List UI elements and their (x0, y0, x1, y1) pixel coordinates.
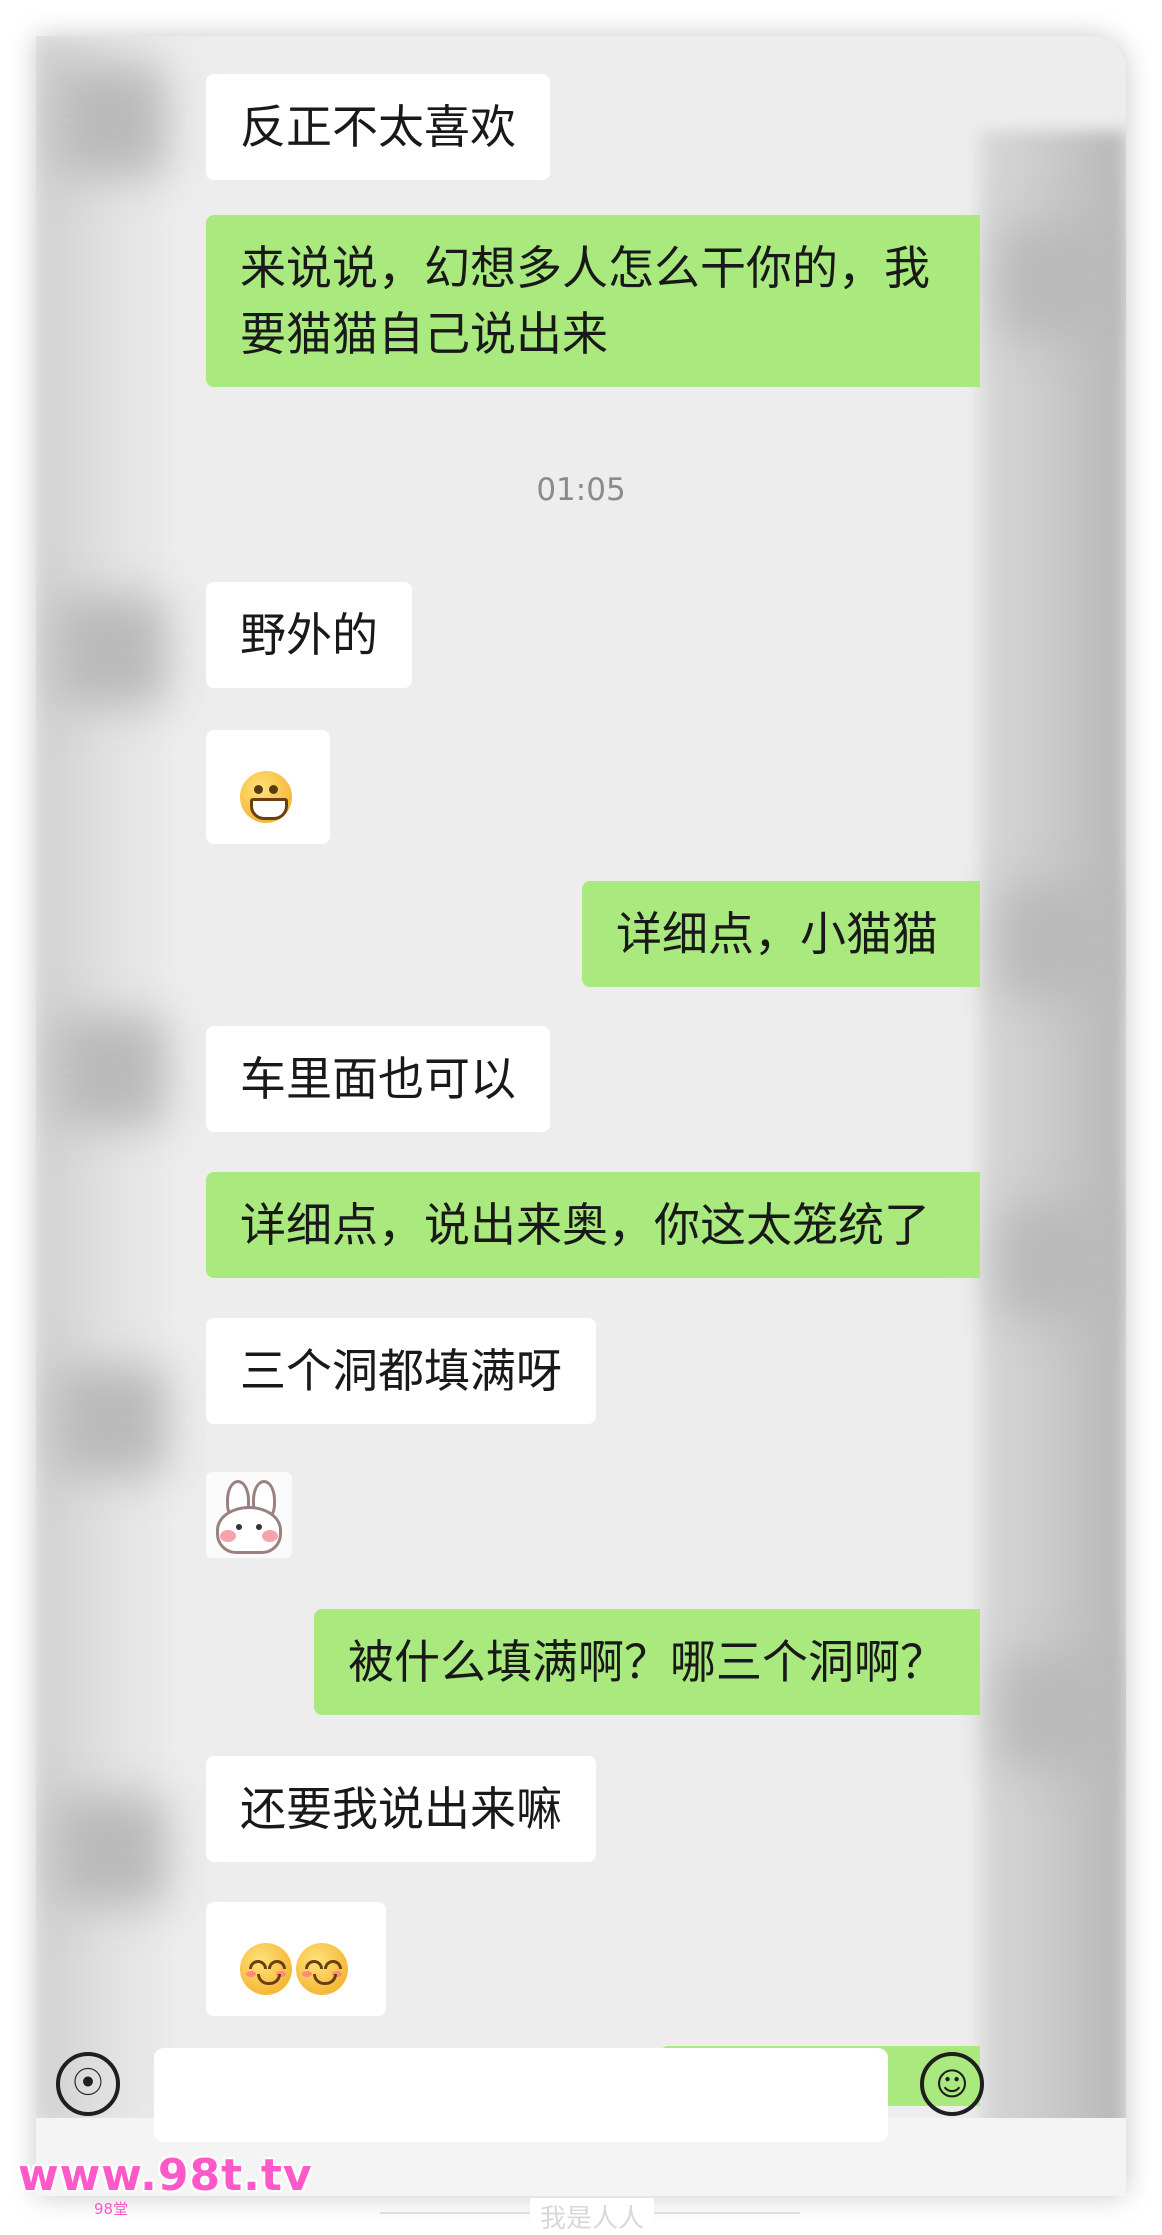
avatar (1001, 1206, 1111, 1316)
message-text: 详细点，小猫猫 (616, 907, 938, 961)
blushing-smile-icon (296, 1942, 348, 1995)
message-bubble-incoming[interactable] (206, 1902, 386, 2016)
message-bubble-outgoing[interactable]: 来说说，幻想多人怎么干你的，我 要猫猫自己说出来 (206, 215, 980, 387)
message-text-line: 要猫猫自己说出来 (240, 307, 608, 361)
avatar (1001, 1656, 1111, 1766)
message-bubble-incoming[interactable]: 三个洞都填满呀 (206, 1318, 596, 1424)
avatar (56, 1796, 166, 1906)
message-text: 车里面也可以 (240, 1052, 516, 1106)
message-bubble-incoming[interactable]: 反正不太喜欢 (206, 74, 550, 180)
message-bubble-incoming[interactable] (206, 730, 330, 844)
message-bubble-incoming[interactable]: 野外的 (206, 582, 412, 688)
watermark-subtext: 98堂 (94, 2200, 129, 2218)
message-text: 详细点，说出来奥，你这太笼统了 (240, 1198, 930, 1252)
grinning-face-icon (240, 770, 292, 823)
watermark-logo: www.98t.tv (18, 2150, 313, 2201)
footer-text: 我是人人 (530, 2198, 655, 2235)
avatar (56, 1016, 166, 1126)
message-text: 还要我说出来嘛 (240, 1782, 562, 1836)
avatar (56, 596, 166, 706)
message-bubble-outgoing[interactable]: 被什么填满啊？哪三个洞啊？ (314, 1609, 980, 1715)
message-text-line: 来说说，幻想多人怎么干你的，我 (240, 241, 930, 295)
avatar (56, 1366, 166, 1476)
blushing-smile-icon (240, 1942, 292, 1995)
message-bubble-incoming[interactable]: 还要我说出来嘛 (206, 1756, 596, 1862)
message-input[interactable] (154, 2048, 888, 2142)
avatar (1001, 226, 1111, 336)
avatar (56, 66, 166, 176)
message-bubble-incoming[interactable]: 车里面也可以 (206, 1026, 550, 1132)
message-text: 野外的 (240, 608, 378, 662)
blurred-right-avatars (980, 131, 1126, 2196)
message-text: 三个洞都填满呀 (240, 1344, 562, 1398)
emoji-icon[interactable]: ☺ (920, 2052, 984, 2116)
message-text: 反正不太喜欢 (240, 100, 516, 154)
bunny-sticker[interactable] (206, 1472, 292, 1558)
message-bubble-outgoing[interactable]: 详细点，小猫猫 (582, 881, 980, 987)
avatar (1001, 886, 1111, 996)
chat-screen: 反正不太喜欢 来说说，幻想多人怎么干你的，我 要猫猫自己说出来 01:05 野外… (36, 36, 1126, 2196)
message-bubble-outgoing[interactable]: 详细点，说出来奥，你这太笼统了 (206, 1172, 980, 1278)
message-text: 被什么填满啊？哪三个洞啊？ (348, 1635, 946, 1689)
voice-icon[interactable]: ⦿ (56, 2052, 120, 2116)
chat-timestamp: 01:05 (536, 472, 626, 508)
